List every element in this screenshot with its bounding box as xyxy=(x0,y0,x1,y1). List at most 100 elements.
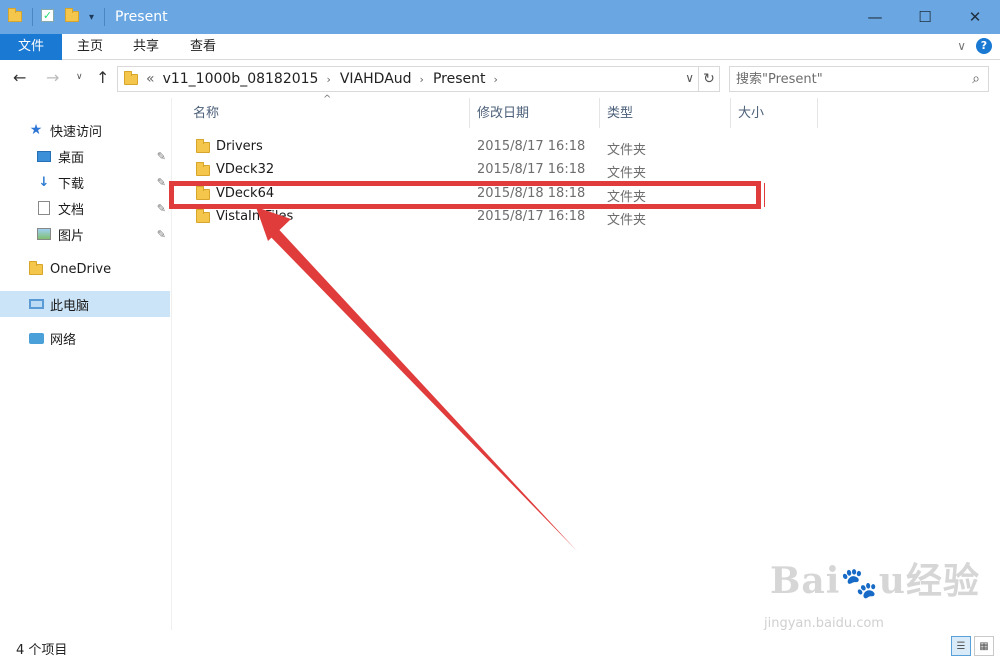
chevron-right-icon[interactable]: › xyxy=(493,73,497,86)
window-controls: — ☐ ✕ xyxy=(850,0,1000,34)
file-name: VistaInfFiles xyxy=(216,209,294,224)
table-row[interactable]: Drivers 2015/8/17 16:18 文件夹 xyxy=(173,135,1000,158)
sidebar-item-network[interactable]: 网络 xyxy=(0,325,170,351)
breadcrumb-item[interactable]: VIAHDAud xyxy=(340,71,412,87)
column-header-name[interactable]: 名称 xyxy=(185,98,219,130)
title-bar: ✓ ▾ Present — ☐ ✕ xyxy=(0,0,1000,34)
sidebar-item-label: 此电脑 xyxy=(50,298,90,314)
large-icons-view-icon[interactable]: ▦ xyxy=(974,636,994,656)
address-history-dropdown-icon[interactable]: ∨ xyxy=(685,71,694,85)
column-header-size[interactable]: 大小 xyxy=(730,98,764,130)
column-divider[interactable] xyxy=(817,98,818,128)
file-date: 2015/8/17 16:18 xyxy=(477,139,586,154)
table-row[interactable]: VDeck32 2015/8/17 16:18 文件夹 xyxy=(173,158,1000,181)
picture-icon xyxy=(36,227,52,241)
annotation-highlight-edge xyxy=(761,183,765,207)
toolbar-divider xyxy=(32,8,33,26)
folder-icon xyxy=(124,70,138,85)
watermark-url: jingyan.baidu.com xyxy=(764,616,884,631)
sidebar-item-quick-access[interactable]: ★ 快速访问 xyxy=(0,117,170,143)
sidebar-item-onedrive[interactable]: OneDrive xyxy=(0,256,170,282)
document-icon xyxy=(36,201,52,215)
view-switcher: ☰ ▦ xyxy=(951,636,994,656)
pin-icon[interactable]: ✎ xyxy=(157,202,166,215)
pin-icon[interactable]: ✎ xyxy=(157,228,166,241)
forward-arrow-icon[interactable]: → xyxy=(46,68,59,87)
file-type: 文件夹 xyxy=(607,166,647,181)
sidebar-item-downloads[interactable]: ↓ 下载 ✎ xyxy=(0,169,170,195)
breadcrumb-overflow[interactable]: « xyxy=(146,71,155,87)
close-button[interactable]: ✕ xyxy=(950,0,1000,34)
computer-icon xyxy=(28,297,44,311)
folder-icon xyxy=(196,162,210,176)
sidebar-item-desktop[interactable]: 桌面 ✎ xyxy=(0,143,170,169)
network-icon xyxy=(28,331,44,345)
search-input[interactable] xyxy=(730,67,955,91)
tab-file[interactable]: 文件 xyxy=(0,34,62,60)
chevron-right-icon[interactable]: › xyxy=(420,73,424,86)
details-view-icon[interactable]: ☰ xyxy=(951,636,971,656)
search-box: ⌕ xyxy=(729,66,989,92)
breadcrumb-item[interactable]: Present xyxy=(433,71,486,87)
sidebar-item-this-pc[interactable]: 此电脑 xyxy=(0,291,170,317)
navigation-pane: ★ 快速访问 桌面 ✎ ↓ 下载 ✎ 文档 ✎ 图片 ✎ OneDrive 此电… xyxy=(0,98,172,630)
sidebar-item-label: 文档 xyxy=(58,202,85,218)
window-title: Present xyxy=(115,9,168,25)
sidebar-item-pictures[interactable]: 图片 ✎ xyxy=(0,221,170,247)
sidebar-item-label: 快速访问 xyxy=(50,124,103,140)
new-folder-icon[interactable] xyxy=(65,8,81,25)
properties-check-icon[interactable]: ✓ xyxy=(41,9,57,25)
annotation-highlight-box xyxy=(169,181,761,209)
column-header-type[interactable]: 类型 xyxy=(599,98,633,130)
sidebar-item-label: 桌面 xyxy=(58,150,85,166)
download-icon: ↓ xyxy=(38,174,50,190)
search-icon[interactable]: ⌕ xyxy=(972,71,980,87)
desktop-icon xyxy=(36,149,52,163)
up-arrow-icon[interactable]: ↑ xyxy=(96,68,109,87)
file-name: VDeck32 xyxy=(216,162,275,177)
minimize-button[interactable]: — xyxy=(850,0,900,34)
chevron-right-icon[interactable]: › xyxy=(326,73,330,86)
column-header-date[interactable]: 修改日期 xyxy=(469,98,529,130)
sidebar-item-documents[interactable]: 文档 ✎ xyxy=(0,195,170,221)
file-date: 2015/8/17 16:18 xyxy=(477,162,586,177)
expand-ribbon-icon[interactable]: ∨ xyxy=(957,39,966,53)
folder-icon xyxy=(8,8,24,25)
watermark-logo: Bai🐾u经验 xyxy=(770,560,980,602)
refresh-icon[interactable]: ↻ xyxy=(699,66,720,92)
customize-toolbar-icon[interactable]: ▾ xyxy=(89,12,94,23)
item-count: 4 个项目 xyxy=(16,643,68,658)
pin-icon[interactable]: ✎ xyxy=(157,150,166,163)
maximize-button[interactable]: ☐ xyxy=(900,0,950,34)
sidebar-item-label: 网络 xyxy=(50,332,77,348)
tab-home[interactable]: 主页 xyxy=(77,34,103,60)
tab-view[interactable]: 查看 xyxy=(190,34,216,60)
ribbon-tabs: 文件 主页 共享 查看 ∨ ? xyxy=(0,34,1000,60)
back-arrow-icon[interactable]: ← xyxy=(13,68,26,87)
pin-icon[interactable]: ✎ xyxy=(157,176,166,189)
recent-locations-icon[interactable]: ∨ xyxy=(76,72,83,82)
sort-ascending-icon: ^ xyxy=(323,94,332,105)
file-type: 文件夹 xyxy=(607,143,647,158)
sidebar-item-label: 图片 xyxy=(58,228,85,244)
file-type: 文件夹 xyxy=(607,213,647,228)
help-icon[interactable]: ? xyxy=(976,38,992,54)
file-date: 2015/8/17 16:18 xyxy=(477,209,586,224)
file-name: Drivers xyxy=(216,139,263,154)
folder-icon xyxy=(196,139,210,153)
status-bar: 4 个项目 ☰ ▦ xyxy=(0,633,1000,660)
baidu-watermark: Bai🐾u经验 jingyan.baidu.com xyxy=(764,552,980,631)
folder-icon xyxy=(196,209,210,223)
star-icon: ★ xyxy=(29,122,43,138)
toolbar-divider xyxy=(104,8,106,26)
folder-icon xyxy=(28,260,44,276)
ribbon-right-controls: ∨ ? xyxy=(957,38,992,54)
file-list: ^ 名称 修改日期 类型 大小 Drivers 2015/8/17 16:18 … xyxy=(173,94,1000,630)
tab-share[interactable]: 共享 xyxy=(133,34,159,60)
sidebar-item-label: 下载 xyxy=(58,176,85,192)
navigation-bar: ← → ∨ ↑ « v11_1000b_08182015 › VIAHDAud … xyxy=(0,62,1000,96)
breadcrumb-item[interactable]: v11_1000b_08182015 xyxy=(163,71,319,87)
quick-access-toolbar: ✓ ▾ xyxy=(0,0,113,34)
sidebar-item-label: OneDrive xyxy=(50,261,112,277)
address-bar[interactable]: « v11_1000b_08182015 › VIAHDAud › Presen… xyxy=(117,66,699,92)
